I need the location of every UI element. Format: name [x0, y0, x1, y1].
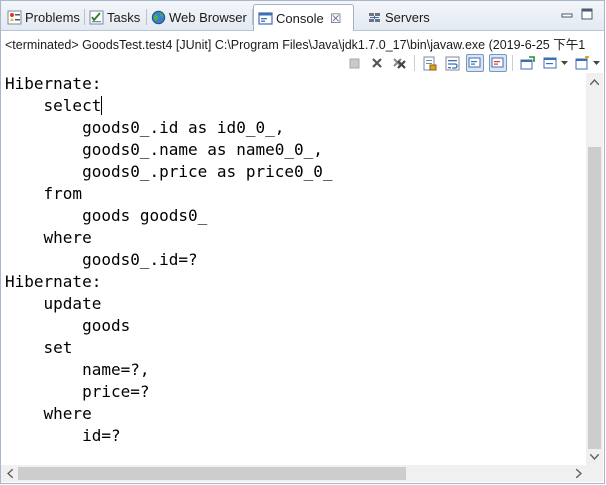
- view-tab-bar: Problems Tasks Web Browser Console ☒ Ser…: [1, 1, 604, 31]
- console-line: price=?: [5, 382, 160, 401]
- show-on-stderr-icon[interactable]: [489, 54, 507, 72]
- toolbar-separator: [512, 55, 513, 71]
- chevron-down-icon[interactable]: [592, 54, 600, 72]
- pin-console-icon[interactable]: [518, 54, 536, 72]
- tab-label: Tasks: [107, 9, 141, 25]
- console-line: select: [5, 96, 103, 115]
- horizontal-scroll-thumb[interactable]: [18, 467, 406, 480]
- scroll-down-icon[interactable]: [586, 448, 603, 465]
- scroll-up-icon[interactable]: [586, 73, 603, 90]
- console-line: where: [5, 228, 92, 247]
- horizontal-scrollbar[interactable]: [1, 465, 587, 482]
- terminate-icon[interactable]: [345, 54, 363, 72]
- console-line: goods0_.name as name0_0_,: [5, 140, 323, 159]
- tab-tasks[interactable]: Tasks: [85, 5, 147, 29]
- word-wrap-icon[interactable]: [443, 54, 461, 72]
- console-line: goods0_.id as id0_0_,: [5, 118, 285, 137]
- tab-label: Servers: [385, 9, 430, 25]
- scrollbar-corner: [586, 465, 603, 482]
- console-line: goods0_.price as price0_0_: [5, 162, 343, 181]
- minimize-icon[interactable]: [560, 7, 574, 21]
- tab-console[interactable]: Console ☒: [253, 4, 354, 31]
- open-console-icon[interactable]: [573, 54, 591, 72]
- display-selected-console-icon[interactable]: [541, 54, 559, 72]
- tab-problems[interactable]: Problems: [3, 5, 85, 29]
- tab-label: Console: [276, 10, 324, 26]
- text-caret: [101, 96, 103, 115]
- console-line: set: [5, 338, 73, 357]
- console-line: goods goods0_: [5, 206, 217, 225]
- remove-launch-icon[interactable]: [368, 54, 386, 72]
- tasks-icon: [89, 10, 104, 25]
- console-line: update: [5, 294, 102, 313]
- console-line: id=?: [5, 426, 121, 445]
- close-icon[interactable]: ☒: [330, 12, 342, 25]
- console-view: Problems Tasks Web Browser Console ☒ Ser…: [0, 0, 605, 484]
- problems-icon: [7, 10, 22, 25]
- console-line: Hibernate:: [5, 272, 111, 291]
- tab-label: Problems: [25, 9, 80, 25]
- scroll-lock-icon[interactable]: [420, 54, 438, 72]
- console-output[interactable]: Hibernate: select goods0_.id as id0_0_, …: [1, 73, 588, 465]
- scroll-left-icon[interactable]: [1, 465, 18, 482]
- tab-servers[interactable]: Servers: [363, 5, 433, 29]
- console-icon: [258, 11, 273, 26]
- console-line: name=?,: [5, 360, 150, 379]
- show-on-stdout-icon[interactable]: [466, 54, 484, 72]
- console-line: Hibernate:: [5, 74, 111, 93]
- servers-icon: [367, 10, 382, 25]
- console-toolbar: [340, 53, 600, 73]
- tab-web-browser[interactable]: Web Browser: [147, 5, 253, 29]
- console-line: goods0_.id=?: [5, 250, 198, 269]
- vertical-scroll-thumb[interactable]: [588, 147, 601, 449]
- console-header: <terminated> GoodsTest.test4 [JUnit] C:\…: [1, 31, 604, 75]
- toolbar-separator: [414, 55, 415, 71]
- maximize-icon[interactable]: [580, 7, 594, 21]
- remove-all-terminated-icon[interactable]: [391, 54, 409, 72]
- console-line: from: [5, 184, 83, 203]
- console-line: where: [5, 404, 92, 423]
- vertical-scrollbar[interactable]: [586, 73, 603, 465]
- scroll-right-icon[interactable]: [570, 465, 587, 482]
- console-line: goods: [5, 316, 140, 335]
- process-status-label: <terminated> GoodsTest.test4 [JUnit] C:\…: [5, 38, 586, 52]
- globe-icon: [151, 10, 166, 25]
- chevron-down-icon[interactable]: [560, 54, 568, 72]
- tab-label: Web Browser: [169, 9, 247, 25]
